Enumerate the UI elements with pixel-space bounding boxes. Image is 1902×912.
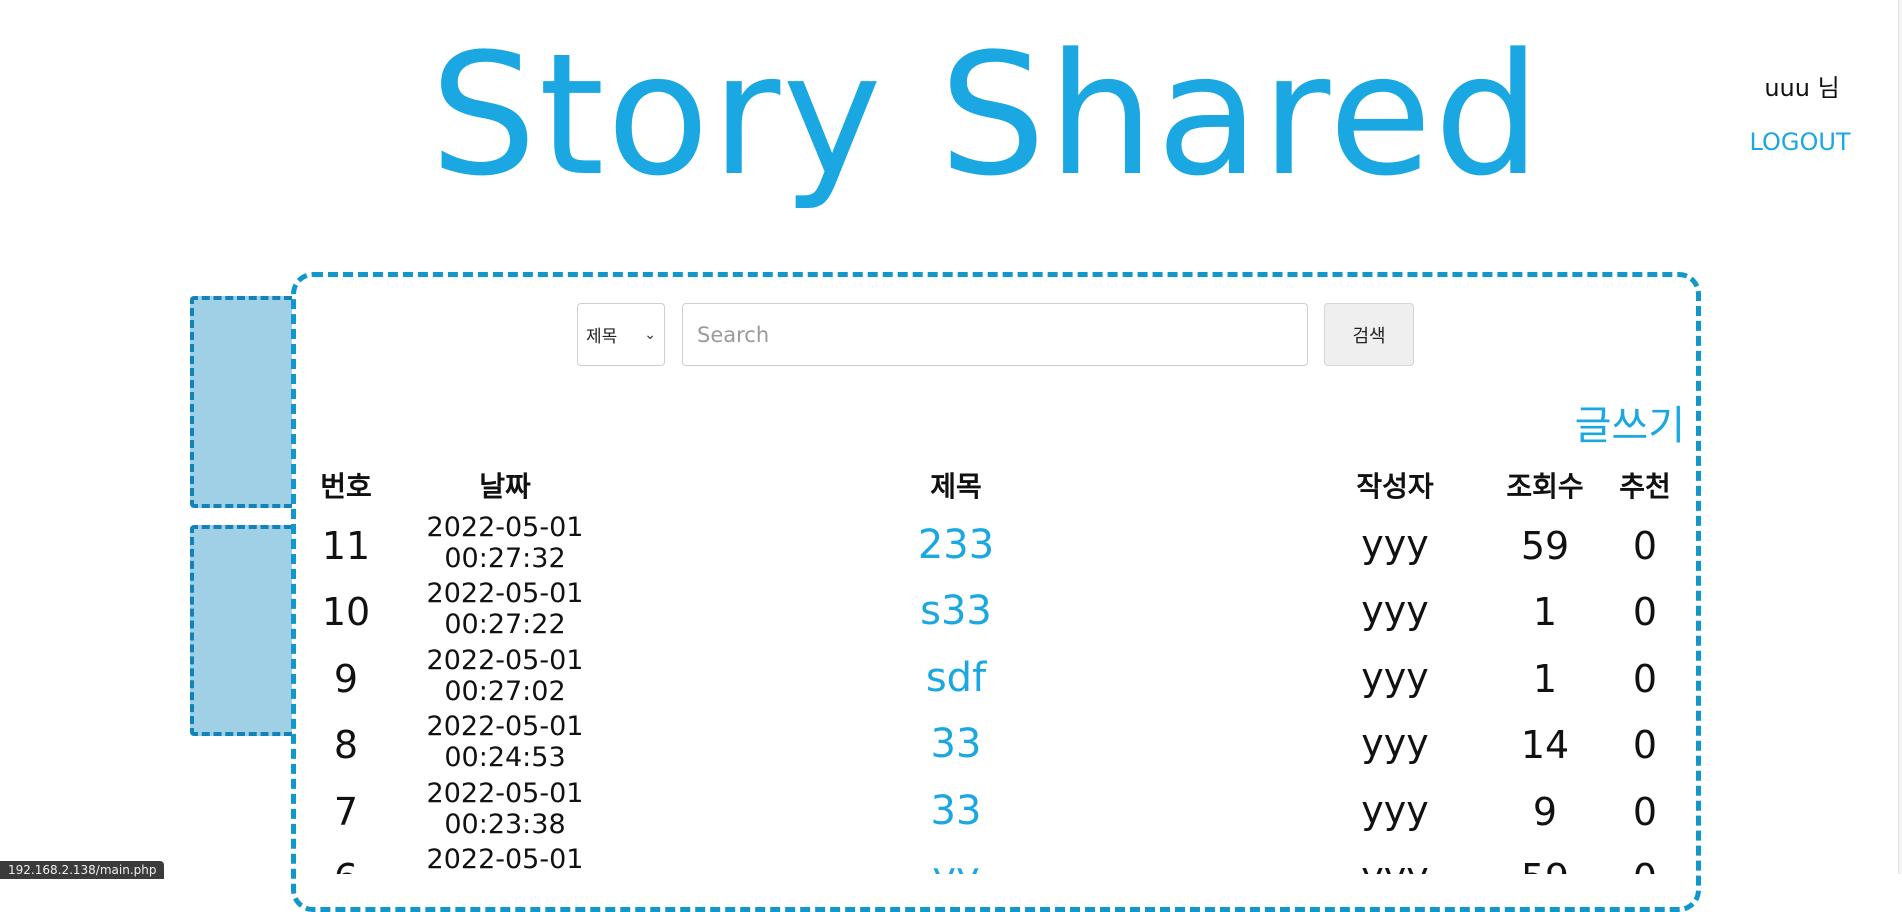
post-views: 59 [1520,524,1570,568]
post-author: yyy [1361,588,1429,632]
post-author: yyy [1361,788,1429,832]
post-date-day: 2022-05-01 [426,512,584,543]
column-header-no: 번호 [320,470,372,503]
table-row: 11 2022-05-01 00:27:32 233 yyy 59 0 [0,510,1902,576]
post-date: 2022-05-01 00:27:32 [405,512,605,574]
post-title-link[interactable]: 233 [856,522,1056,568]
post-recommend: 0 [1632,723,1658,767]
side-tab-1[interactable] [190,296,292,508]
post-date-day: 2022-05-01 [426,778,584,809]
column-header-views: 조회수 [1506,470,1584,503]
post-date-day: 2022-05-01 [426,645,584,676]
search-button[interactable]: 검색 [1324,303,1414,366]
post-recommend: 0 [1632,657,1658,701]
column-header-date: 날짜 [479,470,531,503]
post-views: 59 [1495,856,1595,874]
post-date-time: 00:27:02 [444,676,566,707]
column-header-author: 작성자 [1356,470,1434,503]
post-title-link[interactable]: yy [856,854,1056,874]
table-row: 7 2022-05-01 00:23:38 33 yyy 9 0 [0,776,1902,842]
column-header-recommend: 추천 [1619,470,1671,503]
post-date-time: 00:23:38 [444,809,566,840]
search-select-value: 제목 [586,327,618,347]
post-date-day: 2022-05-01 [426,844,584,874]
post-date-time: 00:27:22 [444,609,566,640]
column-header-title: 제목 [930,470,982,503]
table-row: 6 2022-05-01 yy yyy 59 0 [0,842,1902,874]
post-author: yyy [1361,721,1429,765]
post-date: 2022-05-01 00:24:53 [405,711,605,773]
post-title-link[interactable]: 33 [856,721,1056,767]
post-author: yyy [1361,522,1429,566]
post-views: 1 [1532,590,1558,634]
post-date: 2022-05-01 00:23:38 [405,778,605,840]
write-post-link[interactable]: 글쓰기 [1560,393,1685,451]
post-views: 14 [1520,723,1570,767]
post-date-time: 00:27:32 [444,543,566,574]
page-scrollbar[interactable] [1898,0,1902,874]
post-date-day: 2022-05-01 [426,711,584,742]
user-greeting: uuu 님 [1764,74,1840,102]
post-title-link[interactable]: 33 [856,788,1056,834]
table-row: 8 2022-05-01 00:24:53 33 yyy 14 0 [0,709,1902,775]
status-bar-url: 192.168.2.138/main.php [0,861,165,879]
post-number: 6 [306,856,386,874]
table-row: 9 2022-05-01 00:27:02 sdf yyy 1 0 [0,643,1902,709]
search-field-select[interactable]: 제목 ⌄ [577,303,665,366]
table-row: 10 2022-05-01 00:27:22 s33 yyy 1 0 [0,576,1902,642]
post-date: 2022-05-01 00:27:22 [405,578,605,640]
post-number: 11 [321,524,371,568]
post-number: 9 [333,657,359,701]
search-input[interactable] [682,303,1308,366]
post-date-time: 00:24:53 [444,742,566,773]
logout-link[interactable]: LOGOUT [1735,128,1865,156]
post-views: 9 [1532,790,1558,834]
post-date: 2022-05-01 [405,844,605,874]
post-number: 10 [321,590,371,634]
post-title-link[interactable]: s33 [856,588,1056,634]
post-number: 8 [333,723,359,767]
post-recommend: 0 [1632,790,1658,834]
post-date-day: 2022-05-01 [426,578,584,609]
post-number: 7 [333,790,359,834]
post-views: 1 [1532,657,1558,701]
post-title-link[interactable]: sdf [856,655,1056,701]
post-recommend: 0 [1632,524,1658,568]
post-recommend: 0 [1605,856,1685,874]
post-recommend: 0 [1632,590,1658,634]
chevron-down-icon: ⌄ [644,326,656,343]
site-logo[interactable]: Story Shared [430,20,1543,210]
post-author: yyy [1361,655,1429,699]
post-author: yyy [1330,854,1460,874]
post-date: 2022-05-01 00:27:02 [405,645,605,707]
